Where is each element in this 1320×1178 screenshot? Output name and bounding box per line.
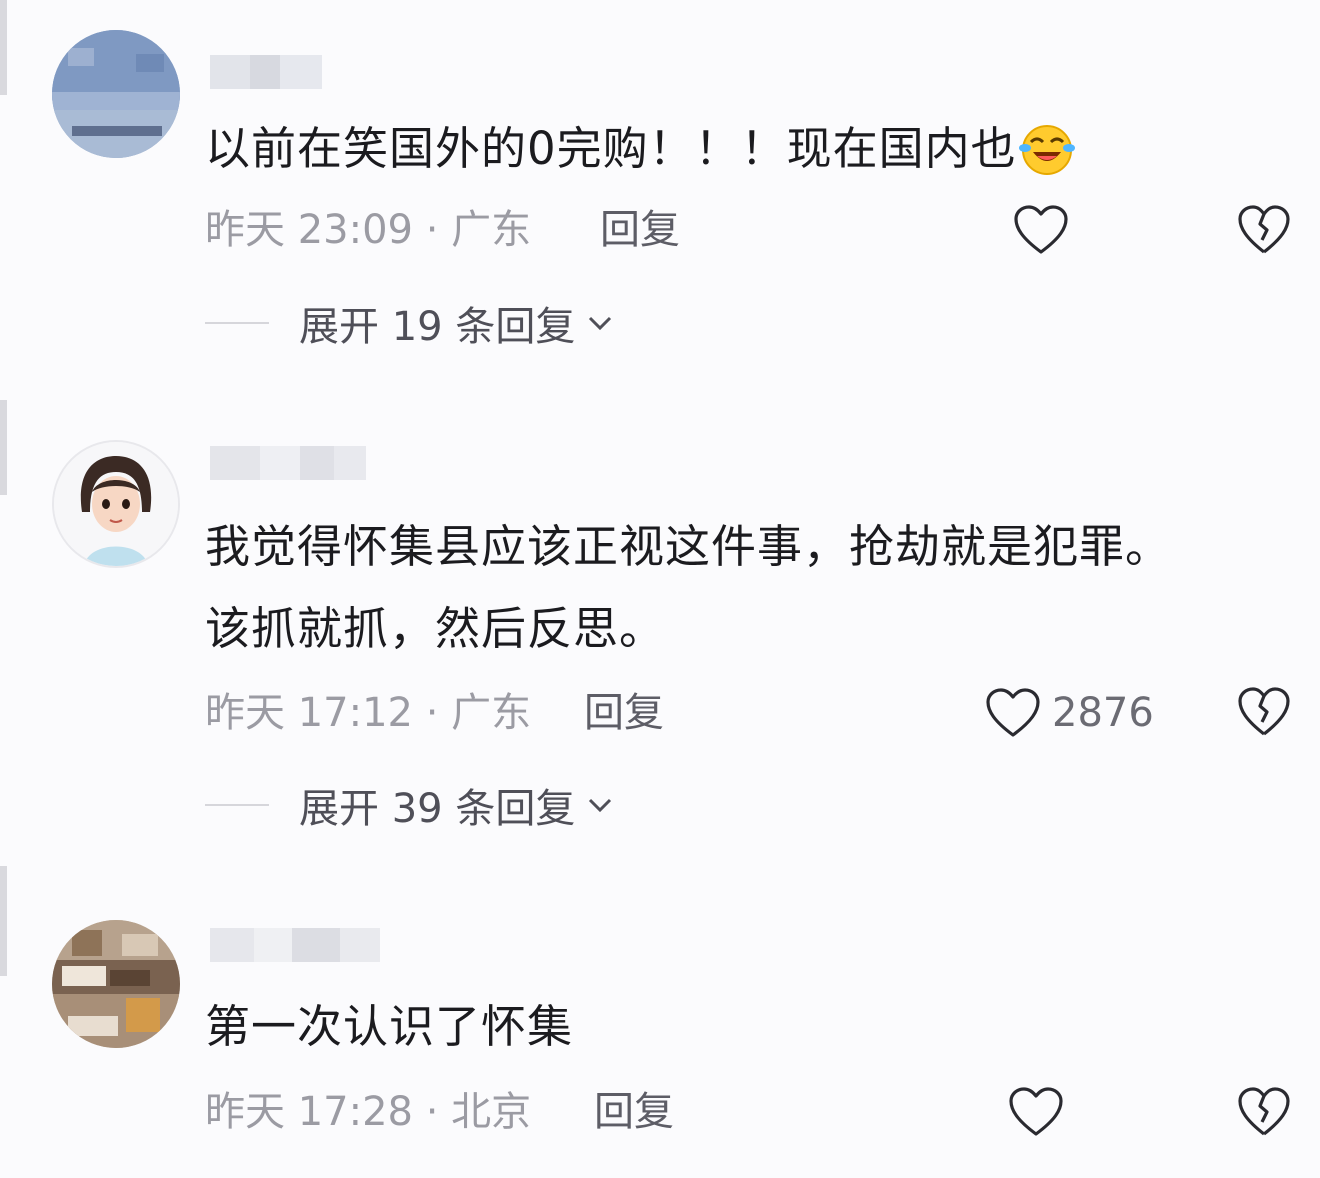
comment-text: 第一次认识了怀集 (205, 1000, 574, 1053)
broken-heart-icon[interactable] (1236, 684, 1292, 740)
comment-text: 以前在笑国外的0完购！！！现在国内也 (205, 108, 1215, 204)
comment-meta: 昨天 17:28 · 北京 (205, 1089, 532, 1135)
like-button[interactable] (1007, 1082, 1075, 1142)
comment-text-value: 以前在笑国外的0完购！！！现在国内也 (205, 122, 1017, 175)
expand-replies-button[interactable]: 展开 19 条回复 (205, 298, 613, 350)
broken-heart-icon[interactable] (1236, 202, 1292, 258)
expand-divider (205, 804, 269, 806)
like-count: 2876 (1052, 690, 1154, 736)
username-blurred[interactable] (210, 446, 366, 480)
reply-button[interactable]: 回复 (600, 205, 680, 255)
username-blurred[interactable] (210, 928, 380, 962)
reply-button[interactable]: 回复 (584, 688, 664, 738)
comment-text: 我觉得怀集县应该正视这件事，抢劫就是犯罪。该抓就抓，然后反思。 (205, 520, 1172, 655)
comment-item: 第一次认识了怀集 昨天 17:28 · 北京 回复 (0, 910, 1320, 1178)
comment-item: 我觉得怀集县应该正视这件事，抢劫就是犯罪。该抓就抓，然后反思。 昨天 17:12… (0, 430, 1320, 850)
comment-meta: 昨天 23:09 · 广东 (205, 207, 532, 253)
avatar[interactable] (52, 920, 180, 1048)
comment-meta: 昨天 17:12 · 广东 (205, 690, 532, 736)
heart-outline-icon (1009, 1087, 1063, 1136)
comment-item: 以前在笑国外的0完购！！！现在国内也 昨天 23:09 · 广东 回复 展开 1… (0, 0, 1320, 380)
heart-outline-icon (986, 688, 1040, 737)
like-button[interactable] (1012, 200, 1080, 260)
avatar[interactable] (52, 440, 180, 568)
expand-divider (205, 322, 269, 324)
expand-replies-button[interactable]: 展开 39 条回复 (205, 780, 613, 832)
reply-button[interactable]: 回复 (594, 1087, 674, 1137)
expand-replies-label: 展开 19 条回复 (299, 304, 576, 350)
avatar[interactable] (52, 30, 180, 158)
broken-heart-icon[interactable] (1236, 1084, 1292, 1140)
chevron-down-icon (589, 316, 612, 331)
like-button[interactable]: 2876 (984, 683, 1154, 743)
laughing-crying-emoji (1017, 122, 1079, 204)
username-blurred[interactable] (210, 55, 322, 89)
heart-outline-icon (1014, 205, 1068, 254)
expand-replies-label: 展开 39 条回复 (299, 786, 576, 832)
chevron-down-icon (589, 798, 612, 813)
